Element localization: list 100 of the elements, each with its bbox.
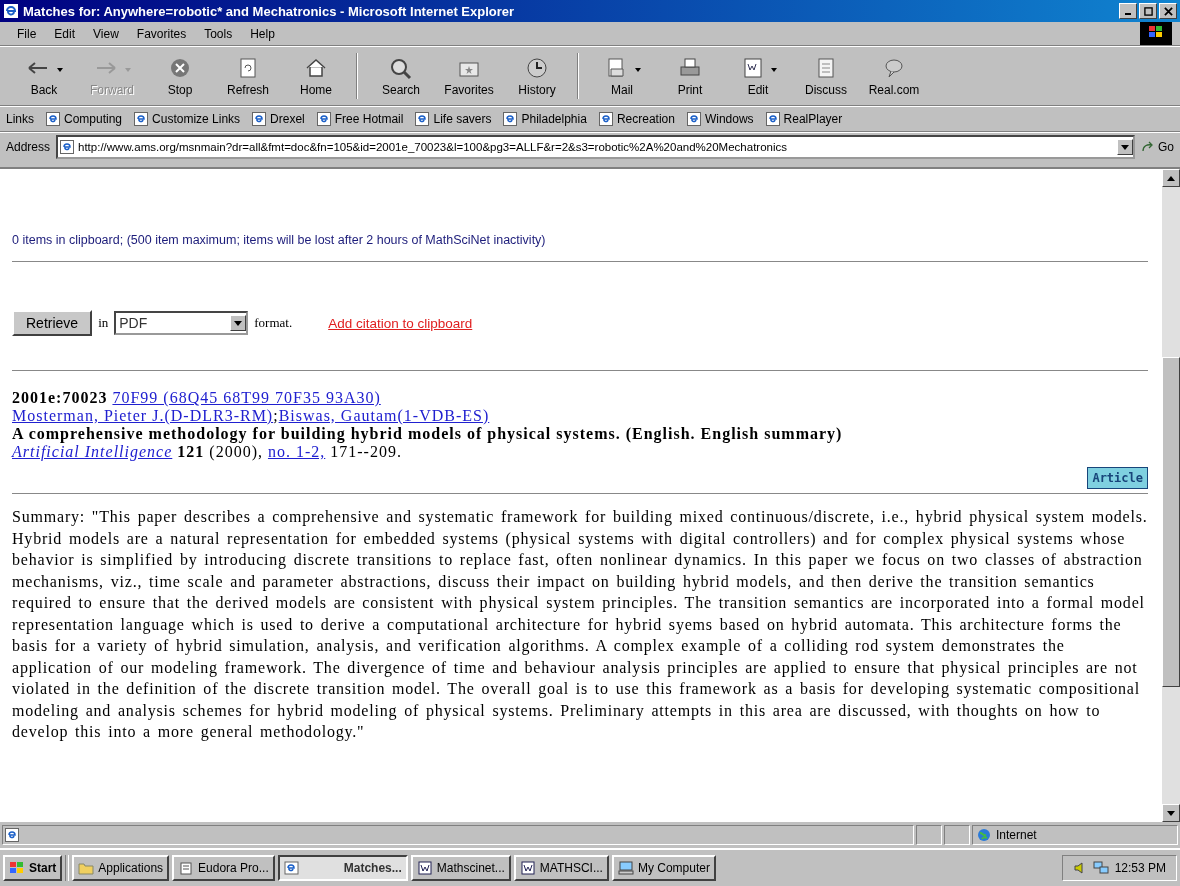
toolbar-button[interactable]: Home <box>282 53 357 99</box>
links-bar-item[interactable]: Computing <box>46 112 123 126</box>
close-icon <box>1163 6 1173 16</box>
windows-logo-icon <box>9 861 25 875</box>
dropdown-button[interactable] <box>1117 139 1133 155</box>
taskbar-button[interactable]: Eudora Pro... <box>172 855 275 881</box>
toolbar-button[interactable]: Refresh <box>214 53 282 99</box>
page-icon <box>316 112 331 126</box>
article-button[interactable]: Article <box>1087 467 1148 489</box>
minimize-icon <box>1125 13 1131 15</box>
go-button[interactable]: Go <box>1141 140 1174 154</box>
zone-label: Internet <box>996 828 1037 842</box>
pages-text: 171--209. <box>330 443 402 460</box>
format-select[interactable]: PDF <box>114 311 249 335</box>
address-field[interactable]: http://www.ams.org/msnmain?dr=all&fmt=doc&fn=105&id=2001e_70023&l=100&pg3=ALLF&r=2&s3=robotic%2A%20and%20Mechatronics <box>56 135 1135 159</box>
windows-logo-icon <box>1140 22 1172 45</box>
page-icon <box>598 112 613 126</box>
window-title: Matches for: Anywhere=robotic* and Mechatronics - Microsoft Internet Explorer <box>23 3 516 19</box>
volume-text: 121 <box>177 443 205 460</box>
page-icon <box>765 112 780 126</box>
arrow-up-icon <box>1167 175 1175 181</box>
maximize-icon <box>1143 6 1153 16</box>
toolbar-button[interactable]: Edit <box>724 53 792 99</box>
computer-icon <box>617 861 634 875</box>
taskbar-button[interactable]: Matches... <box>277 855 408 881</box>
taskbar-button[interactable]: Mathscinet... <box>410 855 511 881</box>
vertical-scrollbar[interactable] <box>1162 169 1180 822</box>
dropdown-caret-icon[interactable] <box>635 68 641 72</box>
page-icon <box>46 112 60 126</box>
toolbar-button[interactable]: Real.com <box>860 53 928 99</box>
links-bar-item[interactable]: RealPlayer <box>765 112 843 126</box>
menu-item[interactable]: Help <box>241 24 284 43</box>
issue-link[interactable]: no. 1-2, <box>267 443 326 460</box>
folder-icon <box>78 861 95 875</box>
toolbar-button[interactable]: Favorites <box>435 53 503 99</box>
author-link[interactable]: Biswas, Gautam(1-VDB-ES) <box>278 407 490 424</box>
toolbar-button[interactable]: Print <box>656 53 724 99</box>
menu-item[interactable]: Favorites <box>127 24 196 43</box>
clipboard-note: 0 items in clipboard; (500 item maximum; items will be lost after 2 hours of MathSciNet inactivity) <box>12 232 547 249</box>
links-bar-item[interactable]: Life savers <box>415 112 492 126</box>
minimize-button[interactable] <box>1119 3 1137 19</box>
arrow-down-icon <box>1167 810 1175 816</box>
taskbar-button[interactable]: Applications <box>72 855 170 881</box>
page-icon <box>60 140 75 154</box>
links-bar-item[interactable]: Free Hotmail <box>316 112 404 126</box>
toolbar-button[interactable]: Search <box>367 53 435 99</box>
classification-link[interactable]: 70F99 (68Q45 68T99 70F35 93A30) <box>112 389 381 406</box>
caret-icon <box>234 320 243 326</box>
close-button[interactable] <box>1159 3 1177 19</box>
browser-icon <box>3 3 19 19</box>
taskbar-button[interactable]: My Computer <box>611 855 716 881</box>
record-id: 2001e:70023 <box>12 389 108 406</box>
arrow-icon <box>1141 141 1155 153</box>
links-bar-item[interactable]: Philadelphia <box>503 112 587 126</box>
taskbar-button[interactable]: MATHSCI... <box>513 855 609 881</box>
links-bar-item[interactable]: Customize Links <box>134 112 241 126</box>
article-title: A comprehensive methodology for building hybrid models of physical systems. (English. English summary) <box>12 425 843 442</box>
maximize-button[interactable] <box>1139 3 1157 19</box>
toolbar-button[interactable]: History <box>503 53 578 99</box>
retrieve-button[interactable]: Retrieve <box>12 310 93 336</box>
format-label: format. <box>254 315 293 331</box>
links-bar-item[interactable]: Windows <box>686 112 754 126</box>
in-label: in <box>98 315 109 331</box>
browser-icon <box>283 861 300 875</box>
page-icon <box>5 828 19 842</box>
author-link[interactable]: Mosterman, Pieter J.(D-DLR3-RM) <box>12 407 274 424</box>
toolbar-button[interactable]: Back <box>10 53 78 99</box>
page-icon <box>415 112 430 126</box>
year-text: (2000), <box>209 443 263 460</box>
journal-link[interactable]: Artificial Intelligence <box>12 443 173 460</box>
toolbar-button[interactable]: Stop <box>146 53 214 99</box>
toolbar-button[interactable]: Mail <box>588 53 656 99</box>
page-icon <box>134 112 149 126</box>
page-icon <box>686 112 701 126</box>
menu-item[interactable]: View <box>84 24 128 43</box>
dropdown-caret-icon[interactable] <box>771 68 777 72</box>
toolbar-button[interactable]: Discuss <box>792 53 860 99</box>
dropdown-caret-icon[interactable] <box>57 68 63 72</box>
document-icon <box>519 861 536 875</box>
menu-item[interactable]: Edit <box>45 24 85 43</box>
links-bar-item[interactable]: Drexel <box>252 112 305 126</box>
globe-icon <box>977 828 991 842</box>
document-icon <box>178 861 195 875</box>
caret-icon <box>1121 144 1129 150</box>
separator-text: ; <box>273 407 279 424</box>
status-panel <box>944 825 970 845</box>
page-icon <box>503 112 518 126</box>
document-icon <box>416 861 433 875</box>
add-citation-link[interactable]: Add citation to clipboard <box>328 315 473 331</box>
start-button[interactable]: Start <box>3 855 63 881</box>
menu-item[interactable]: File <box>8 24 46 43</box>
status-panel <box>916 825 942 845</box>
clock: 12:53 PM <box>1114 861 1166 875</box>
network-icon[interactable] <box>1092 861 1109 875</box>
menu-item[interactable]: Tools <box>195 24 242 43</box>
address-label: Address <box>6 140 51 154</box>
links-label: Links <box>6 112 34 126</box>
page-icon <box>252 112 267 126</box>
summary-text: Summary: "This paper describes a comprehensive and systematic framework for building mixed continuous/discrete, i.e., hybrid physical system models. Hybrid models are a natural representation for embedded systems (physical systems with digital controllers) and for complex physical systems whose behavior is simplified by introducing discrete transitions to replace fast, often nonlinear dynamics. In this paper we focus on two classes of abstraction mechanisms, viz., time scale and parameter abstractions, discuss their impact on building hybrid models, and then derive the transition semantics required to ensure that the derived models are consistent with physical system principles. The transition semantics are incorporated into a formal model representation language which is used to derive a computational architecture for hybrid syems based on hybrid automata. This architecture forms the basis for a variety of hybrid simulation, analysis, and verification algorithms. A complex example of a colliding rod system demonstrates the application of our modeling framework. The divergence of time and behaviour analysis principles are applied to ensure that physical principles are not violated in the definition of the discrete transition model. The overall goal is to use this framework as a basis for developing systematic compositional modeling and analysis schemes for hybrid modeling of physical systems. Preliminary attempts in this area are discussed, with thoughts on how to develop this into a more general methodology." <box>12 507 1148 743</box>
links-bar-item[interactable]: Recreation <box>598 112 675 126</box>
